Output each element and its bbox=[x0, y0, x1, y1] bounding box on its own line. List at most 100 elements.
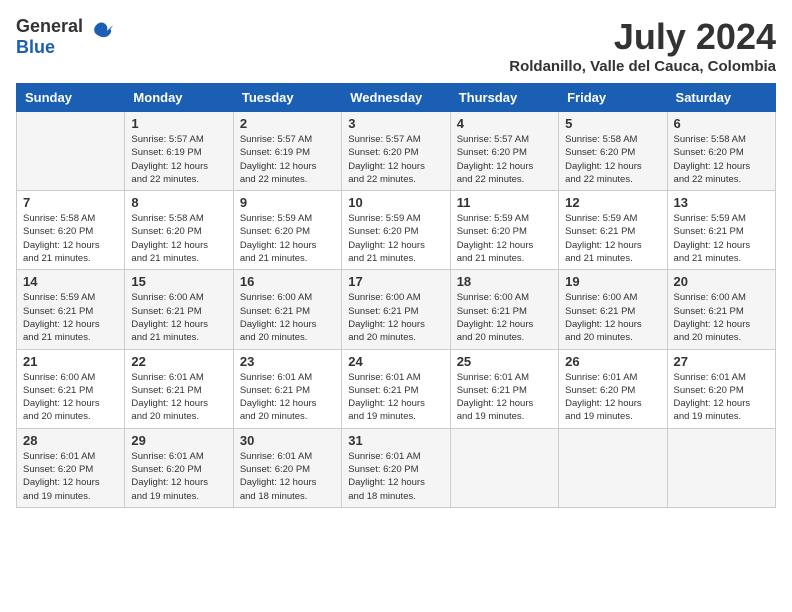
day-number: 25 bbox=[457, 354, 552, 369]
calendar-cell: 27 Sunrise: 6:01 AM Sunset: 6:20 PM Dayli… bbox=[667, 349, 775, 428]
day-info: Sunrise: 6:00 AM Sunset: 6:21 PM Dayligh… bbox=[565, 291, 660, 344]
calendar-week-row: 28 Sunrise: 6:01 AM Sunset: 6:20 PM Dayli… bbox=[17, 428, 776, 507]
day-info: Sunrise: 6:00 AM Sunset: 6:21 PM Dayligh… bbox=[674, 291, 769, 344]
calendar-week-row: 1 Sunrise: 5:57 AM Sunset: 6:19 PM Daylig… bbox=[17, 112, 776, 191]
calendar-cell: 8 Sunrise: 5:58 AM Sunset: 6:20 PM Daylig… bbox=[125, 191, 233, 270]
title-block: July 2024 Roldanillo, Valle del Cauca, C… bbox=[509, 16, 776, 75]
column-header-monday: Monday bbox=[125, 84, 233, 112]
day-info: Sunrise: 6:01 AM Sunset: 6:21 PM Dayligh… bbox=[457, 371, 552, 424]
calendar-cell: 2 Sunrise: 5:57 AM Sunset: 6:19 PM Daylig… bbox=[233, 112, 341, 191]
day-number: 14 bbox=[23, 274, 118, 289]
calendar-week-row: 14 Sunrise: 5:59 AM Sunset: 6:21 PM Dayli… bbox=[17, 270, 776, 349]
calendar-cell: 17Sunrise: 6:00 AM Sunset: 6:21 PM Dayli… bbox=[342, 270, 450, 349]
day-info: Sunrise: 5:59 AM Sunset: 6:21 PM Dayligh… bbox=[23, 291, 118, 344]
day-info: Sunrise: 6:01 AM Sunset: 6:20 PM Dayligh… bbox=[23, 450, 118, 503]
day-number: 22 bbox=[131, 354, 226, 369]
month-year-title: July 2024 bbox=[509, 16, 776, 58]
day-number: 28 bbox=[23, 433, 118, 448]
day-info: Sunrise: 5:58 AM Sunset: 6:20 PM Dayligh… bbox=[131, 212, 226, 265]
column-header-wednesday: Wednesday bbox=[342, 84, 450, 112]
day-number: 18 bbox=[457, 274, 552, 289]
day-number: 26 bbox=[565, 354, 660, 369]
day-number: 12 bbox=[565, 195, 660, 210]
calendar-cell: 21 Sunrise: 6:00 AM Sunset: 6:21 PM Dayli… bbox=[17, 349, 125, 428]
calendar-cell: 29 Sunrise: 6:01 AM Sunset: 6:20 PM Dayli… bbox=[125, 428, 233, 507]
day-number: 17 bbox=[348, 274, 443, 289]
day-info: Sunrise: 6:01 AM Sunset: 6:20 PM Dayligh… bbox=[565, 371, 660, 424]
calendar-cell: 3 Sunrise: 5:57 AM Sunset: 6:20 PM Daylig… bbox=[342, 112, 450, 191]
day-number: 1 bbox=[131, 116, 226, 131]
day-number: 16 bbox=[240, 274, 335, 289]
day-info: Sunrise: 6:01 AM Sunset: 6:21 PM Dayligh… bbox=[240, 371, 335, 424]
day-number: 4 bbox=[457, 116, 552, 131]
logo-text: General Blue bbox=[16, 16, 83, 58]
day-number: 27 bbox=[674, 354, 769, 369]
day-info: Sunrise: 5:58 AM Sunset: 6:20 PM Dayligh… bbox=[674, 133, 769, 186]
day-number: 7 bbox=[23, 195, 118, 210]
calendar-cell: 30Sunrise: 6:01 AM Sunset: 6:20 PM Dayli… bbox=[233, 428, 341, 507]
day-number: 10 bbox=[348, 195, 443, 210]
day-number: 24 bbox=[348, 354, 443, 369]
day-info: Sunrise: 6:01 AM Sunset: 6:20 PM Dayligh… bbox=[348, 450, 443, 503]
day-info: Sunrise: 5:59 AM Sunset: 6:20 PM Dayligh… bbox=[240, 212, 335, 265]
day-number: 8 bbox=[131, 195, 226, 210]
column-header-thursday: Thursday bbox=[450, 84, 558, 112]
location-subtitle: Roldanillo, Valle del Cauca, Colombia bbox=[509, 58, 776, 75]
calendar-cell: 25 Sunrise: 6:01 AM Sunset: 6:21 PM Dayli… bbox=[450, 349, 558, 428]
day-info: Sunrise: 5:57 AM Sunset: 6:19 PM Dayligh… bbox=[240, 133, 335, 186]
calendar-header-row: SundayMondayTuesdayWednesdayThursdayFrid… bbox=[17, 84, 776, 112]
calendar-cell: 13 Sunrise: 5:59 AM Sunset: 6:21 PM Dayli… bbox=[667, 191, 775, 270]
day-info: Sunrise: 5:57 AM Sunset: 6:19 PM Dayligh… bbox=[131, 133, 226, 186]
day-number: 6 bbox=[674, 116, 769, 131]
column-header-sunday: Sunday bbox=[17, 84, 125, 112]
calendar-cell: 22Sunrise: 6:01 AM Sunset: 6:21 PM Dayli… bbox=[125, 349, 233, 428]
day-number: 23 bbox=[240, 354, 335, 369]
column-header-tuesday: Tuesday bbox=[233, 84, 341, 112]
logo-bird-icon bbox=[85, 19, 113, 47]
day-info: Sunrise: 6:00 AM Sunset: 6:21 PM Dayligh… bbox=[23, 371, 118, 424]
calendar-cell: 24 Sunrise: 6:01 AM Sunset: 6:21 PM Dayli… bbox=[342, 349, 450, 428]
calendar-cell: 23 Sunrise: 6:01 AM Sunset: 6:21 PM Dayli… bbox=[233, 349, 341, 428]
page-header: General Blue July 2024 Roldanillo, Valle… bbox=[16, 16, 776, 75]
day-number: 3 bbox=[348, 116, 443, 131]
day-number: 2 bbox=[240, 116, 335, 131]
day-info: Sunrise: 6:01 AM Sunset: 6:20 PM Dayligh… bbox=[674, 371, 769, 424]
calendar-cell: 11 Sunrise: 5:59 AM Sunset: 6:20 PM Dayli… bbox=[450, 191, 558, 270]
column-header-saturday: Saturday bbox=[667, 84, 775, 112]
calendar-cell: 16 Sunrise: 6:00 AM Sunset: 6:21 PM Dayli… bbox=[233, 270, 341, 349]
calendar-cell: 14 Sunrise: 5:59 AM Sunset: 6:21 PM Dayli… bbox=[17, 270, 125, 349]
day-number: 30 bbox=[240, 433, 335, 448]
calendar-table: SundayMondayTuesdayWednesdayThursdayFrid… bbox=[16, 83, 776, 508]
column-header-friday: Friday bbox=[559, 84, 667, 112]
day-info: Sunrise: 6:00 AM Sunset: 6:21 PM Dayligh… bbox=[240, 291, 335, 344]
calendar-cell: 7Sunrise: 5:58 AM Sunset: 6:20 PM Daylig… bbox=[17, 191, 125, 270]
day-info: Sunrise: 6:00 AM Sunset: 6:21 PM Dayligh… bbox=[457, 291, 552, 344]
calendar-cell bbox=[559, 428, 667, 507]
day-number: 5 bbox=[565, 116, 660, 131]
calendar-cell: 4 Sunrise: 5:57 AM Sunset: 6:20 PM Daylig… bbox=[450, 112, 558, 191]
day-info: Sunrise: 6:01 AM Sunset: 6:21 PM Dayligh… bbox=[348, 371, 443, 424]
day-number: 29 bbox=[131, 433, 226, 448]
day-info: Sunrise: 5:57 AM Sunset: 6:20 PM Dayligh… bbox=[457, 133, 552, 186]
calendar-cell bbox=[17, 112, 125, 191]
day-info: Sunrise: 5:58 AM Sunset: 6:20 PM Dayligh… bbox=[565, 133, 660, 186]
calendar-cell: 1 Sunrise: 5:57 AM Sunset: 6:19 PM Daylig… bbox=[125, 112, 233, 191]
logo-blue: Blue bbox=[16, 37, 55, 57]
day-info: Sunrise: 6:01 AM Sunset: 6:20 PM Dayligh… bbox=[131, 450, 226, 503]
day-info: Sunrise: 5:59 AM Sunset: 6:20 PM Dayligh… bbox=[457, 212, 552, 265]
logo-general: General bbox=[16, 16, 83, 36]
calendar-cell: 31 Sunrise: 6:01 AM Sunset: 6:20 PM Dayli… bbox=[342, 428, 450, 507]
day-number: 13 bbox=[674, 195, 769, 210]
calendar-week-row: 7 Sunrise: 5:58 AM Sunset: 6:20 PM Daylig… bbox=[17, 191, 776, 270]
calendar-cell: 15Sunrise: 6:00 AM Sunset: 6:21 PM Dayli… bbox=[125, 270, 233, 349]
day-number: 21 bbox=[23, 354, 118, 369]
day-number: 11 bbox=[457, 195, 552, 210]
day-number: 31 bbox=[348, 433, 443, 448]
day-info: Sunrise: 5:57 AM Sunset: 6:20 PM Dayligh… bbox=[348, 133, 443, 186]
day-info: Sunrise: 5:59 AM Sunset: 6:21 PM Dayligh… bbox=[674, 212, 769, 265]
calendar-week-row: 21 Sunrise: 6:00 AM Sunset: 6:21 PM Dayli… bbox=[17, 349, 776, 428]
calendar-cell: 6 Sunrise: 5:58 AM Sunset: 6:20 PM Daylig… bbox=[667, 112, 775, 191]
calendar-cell: 5 Sunrise: 5:58 AM Sunset: 6:20 PM Daylig… bbox=[559, 112, 667, 191]
calendar-cell bbox=[450, 428, 558, 507]
calendar-cell: 26 Sunrise: 6:01 AM Sunset: 6:20 PM Dayli… bbox=[559, 349, 667, 428]
